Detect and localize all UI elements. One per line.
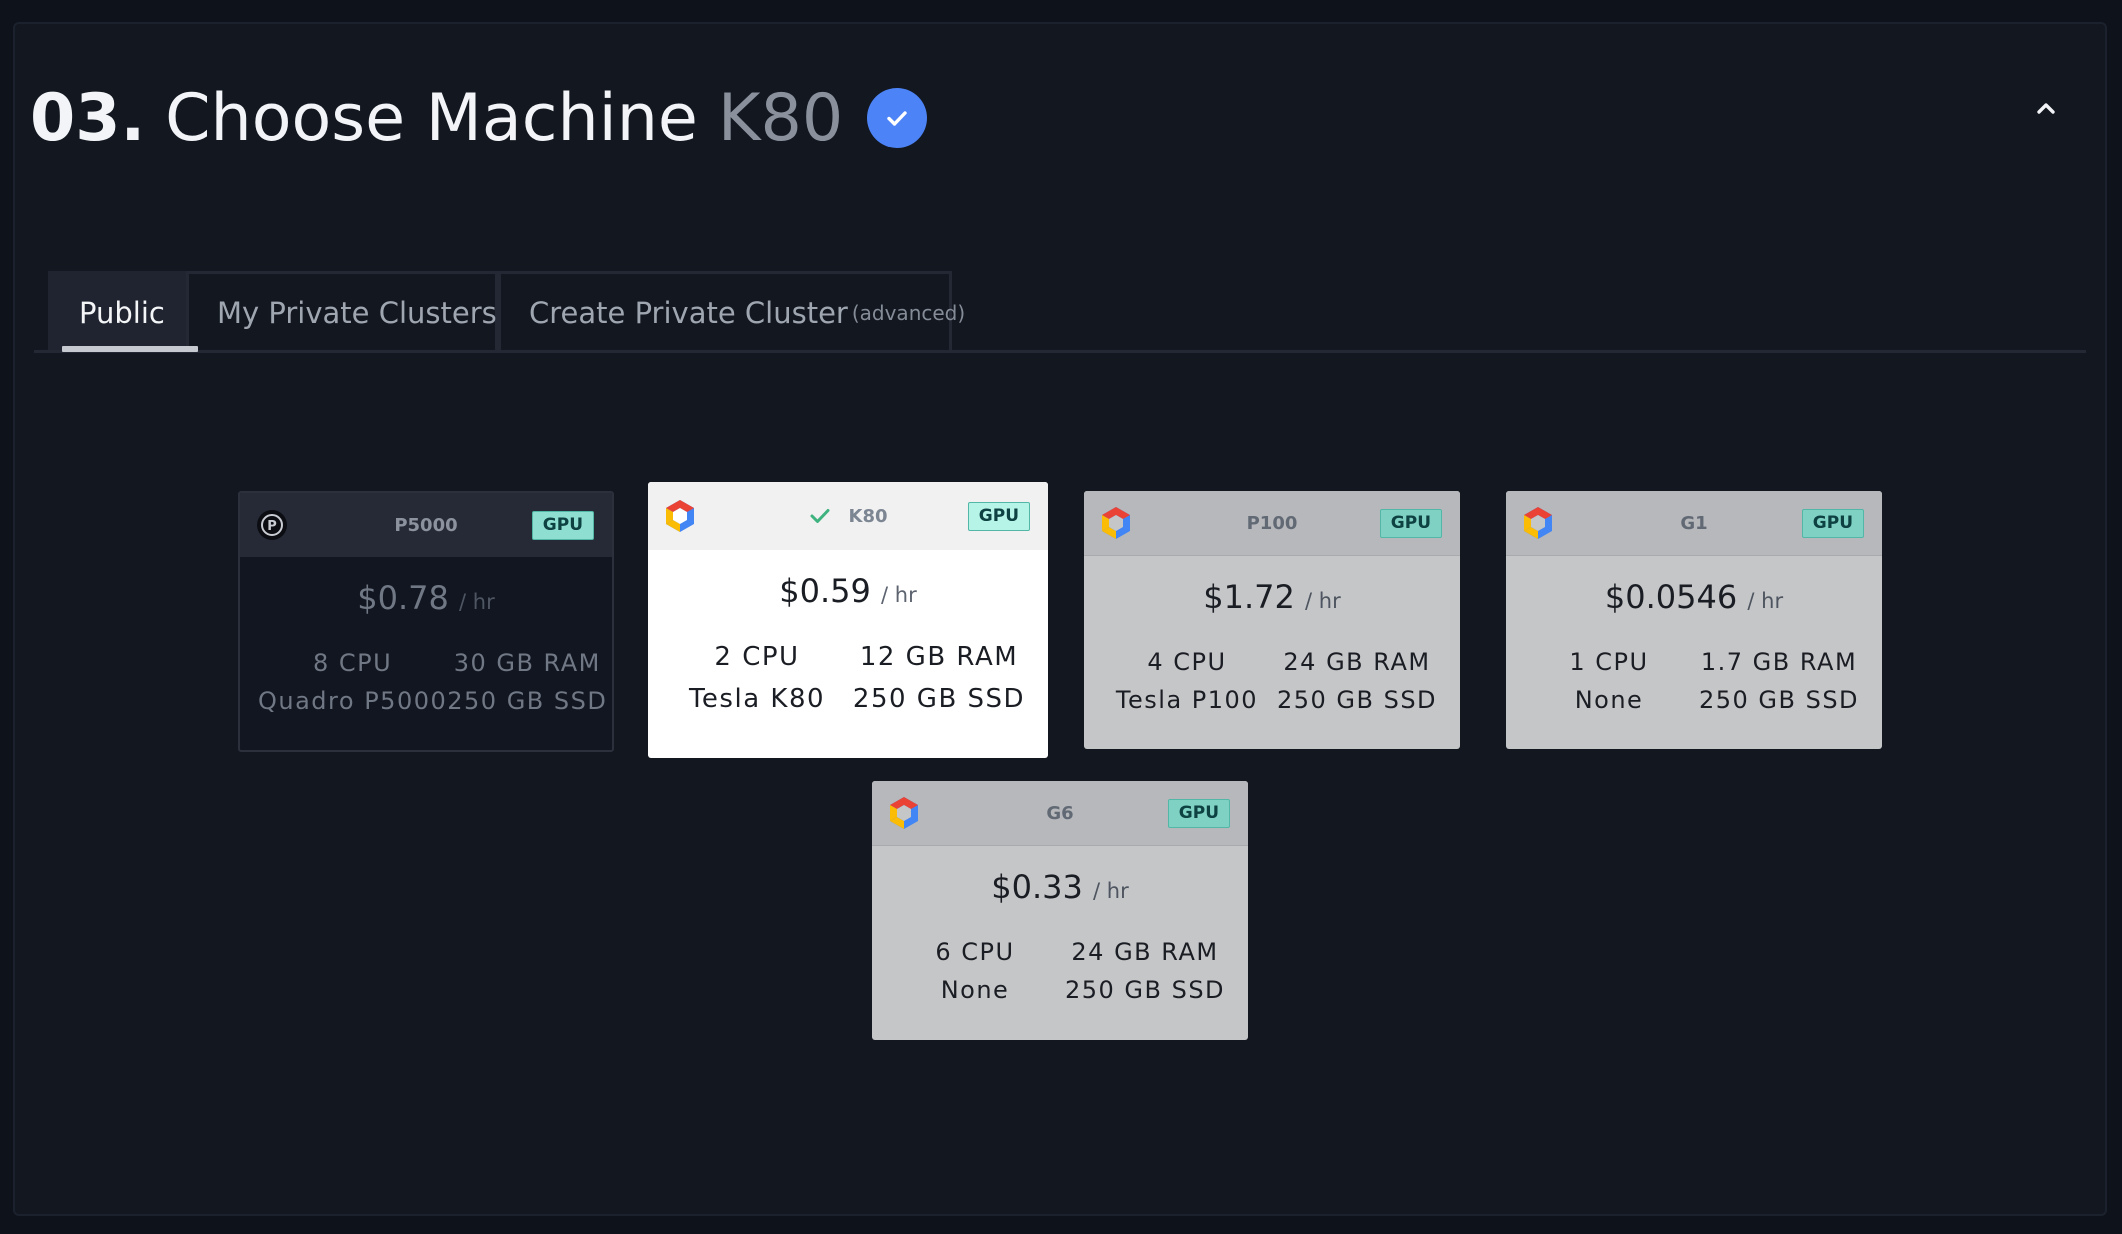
tab-sublabel: (advanced) bbox=[851, 301, 966, 325]
paperspace-logo-icon: P bbox=[254, 507, 290, 543]
machine-card-g6[interactable]: G6 GPU $0.33 / hr 6 CPU 24 GB RAM None 2… bbox=[872, 781, 1248, 1040]
spec-disk: 250 GB SSD bbox=[1064, 976, 1226, 1004]
machine-price: $0.0546 / hr bbox=[1506, 578, 1882, 616]
machine-name: P5000 bbox=[394, 514, 458, 536]
spec-ram: 1.7 GB RAM bbox=[1700, 648, 1858, 676]
spec-ram: 30 GB RAM bbox=[453, 649, 601, 677]
active-tab-indicator bbox=[62, 346, 198, 352]
machine-card-k80[interactable]: K80 GPU $0.59 / hr 2 CPU 12 GB RAM Tesla… bbox=[648, 482, 1048, 758]
price-value: $0.59 bbox=[779, 572, 871, 610]
spec-cpu: 8 CPU bbox=[313, 649, 393, 677]
gpu-badge: GPU bbox=[967, 502, 1030, 531]
spec-disk: 250 GB SSD bbox=[1698, 686, 1860, 714]
google-cloud-logo-icon bbox=[662, 498, 698, 534]
machine-name: G6 bbox=[1046, 802, 1074, 824]
card-header: K80 GPU bbox=[648, 482, 1048, 550]
spec-cpu: 1 CPU bbox=[1569, 648, 1649, 676]
spec-gpu: Tesla K80 bbox=[688, 684, 826, 714]
price-value: $1.72 bbox=[1203, 578, 1295, 616]
machine-specs: 1 CPU 1.7 GB RAM None 250 GB SSD bbox=[1506, 648, 1882, 714]
tab-label: Public bbox=[79, 296, 165, 330]
card-header: G1 GPU bbox=[1506, 491, 1882, 556]
spec-ram: 24 GB RAM bbox=[1283, 648, 1431, 676]
machine-specs: 8 CPU 30 GB RAM Quadro P5000 250 GB SSD bbox=[240, 649, 612, 715]
card-header: G6 GPU bbox=[872, 781, 1248, 846]
machine-source-tabs: Public My Private Clusters Create Privat… bbox=[48, 271, 965, 354]
spec-cpu: 4 CPU bbox=[1147, 648, 1227, 676]
step-number: 03. bbox=[30, 80, 146, 156]
price-unit: / hr bbox=[1305, 589, 1341, 613]
spec-cpu: 2 CPU bbox=[714, 642, 800, 672]
tabs-divider bbox=[34, 350, 2086, 353]
selected-check-icon bbox=[809, 507, 831, 525]
price-unit: / hr bbox=[1093, 879, 1129, 903]
card-header: P100 GPU bbox=[1084, 491, 1460, 556]
tab-public[interactable]: Public bbox=[48, 271, 186, 352]
check-circle-icon bbox=[867, 88, 928, 148]
machine-price: $0.33 / hr bbox=[872, 868, 1248, 906]
machine-price: $1.72 / hr bbox=[1084, 578, 1460, 616]
tab-label: Create Private Cluster bbox=[529, 296, 848, 330]
card-header: P P5000 GPU bbox=[240, 493, 612, 557]
price-value: $0.0546 bbox=[1604, 578, 1738, 616]
spec-gpu: Tesla P100 bbox=[1115, 686, 1259, 714]
price-unit: / hr bbox=[1747, 589, 1784, 613]
machine-specs: 4 CPU 24 GB RAM Tesla P100 250 GB SSD bbox=[1084, 648, 1460, 714]
step-title: Choose Machine bbox=[165, 80, 698, 156]
machine-name: K80 bbox=[848, 505, 888, 527]
chevron-up-icon bbox=[2035, 100, 2057, 116]
tab-my-private-clusters[interactable]: My Private Clusters bbox=[186, 271, 498, 352]
google-cloud-logo-icon bbox=[1098, 505, 1134, 541]
svg-text:P: P bbox=[267, 519, 277, 534]
gpu-badge: GPU bbox=[1167, 799, 1230, 828]
spec-gpu: None bbox=[1574, 686, 1644, 714]
spec-disk: 250 GB SSD bbox=[852, 684, 1026, 714]
spec-disk: 250 GB SSD bbox=[447, 687, 608, 715]
spec-cpu: 6 CPU bbox=[935, 938, 1015, 966]
google-cloud-logo-icon bbox=[886, 795, 922, 831]
google-cloud-logo-icon bbox=[1520, 505, 1556, 541]
selected-machine-label: K80 bbox=[717, 80, 844, 156]
machine-name: P100 bbox=[1246, 512, 1298, 534]
spec-ram: 24 GB RAM bbox=[1071, 938, 1219, 966]
spec-gpu: Quadro P5000 bbox=[258, 687, 448, 715]
spec-disk: 250 GB SSD bbox=[1276, 686, 1438, 714]
machine-name: G1 bbox=[1680, 512, 1708, 534]
gpu-badge: GPU bbox=[531, 511, 594, 540]
collapse-button[interactable] bbox=[2022, 88, 2070, 128]
price-unit: / hr bbox=[459, 590, 495, 614]
price-value: $0.78 bbox=[357, 579, 449, 617]
machine-card-p100[interactable]: P100 GPU $1.72 / hr 4 CPU 24 GB RAM Tesl… bbox=[1084, 491, 1460, 749]
machine-specs: 2 CPU 12 GB RAM Tesla K80 250 GB SSD bbox=[648, 642, 1048, 714]
machine-price: $0.78 / hr bbox=[240, 579, 612, 617]
machine-card-p5000[interactable]: P P5000 GPU $0.78 / hr 8 CPU 30 GB RAM Q… bbox=[238, 491, 614, 752]
gpu-badge: GPU bbox=[1379, 509, 1442, 538]
gpu-badge: GPU bbox=[1801, 509, 1864, 538]
price-value: $0.33 bbox=[991, 868, 1083, 906]
machine-specs: 6 CPU 24 GB RAM None 250 GB SSD bbox=[872, 938, 1248, 1004]
spec-ram: 12 GB RAM bbox=[859, 642, 1019, 672]
tab-create-private-cluster[interactable]: Create Private Cluster (advanced) bbox=[498, 271, 965, 352]
machine-card-g1[interactable]: G1 GPU $0.0546 / hr 1 CPU 1.7 GB RAM Non… bbox=[1506, 491, 1882, 749]
machine-price: $0.59 / hr bbox=[648, 572, 1048, 610]
step-header: 03. Choose Machine K80 bbox=[30, 68, 928, 168]
tab-label: My Private Clusters bbox=[217, 296, 497, 330]
spec-gpu: None bbox=[940, 976, 1010, 1004]
price-unit: / hr bbox=[881, 583, 917, 607]
